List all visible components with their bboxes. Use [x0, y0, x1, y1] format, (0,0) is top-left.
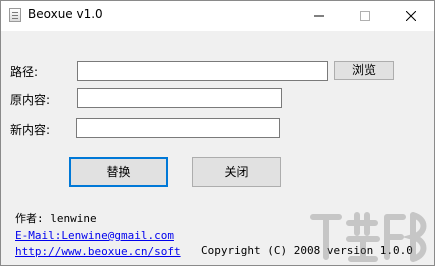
maximize-icon [360, 11, 370, 21]
new-content-label: 新内容: [10, 123, 51, 137]
minimize-icon [314, 15, 324, 17]
close-icon [406, 11, 416, 21]
browse-button[interactable]: 浏览 [334, 61, 394, 80]
app-icon [9, 8, 21, 22]
watermark-logo [310, 212, 427, 262]
email-link[interactable]: E-Mail:Lenwine@gmail.com [15, 229, 174, 242]
author-text: 作者: lenwine [15, 212, 97, 225]
new-content-input[interactable] [76, 118, 280, 138]
website-link[interactable]: http://www.beoxue.cn/soft [15, 245, 181, 258]
original-content-label: 原内容: [10, 93, 51, 107]
path-input[interactable] [77, 61, 328, 81]
close-button[interactable] [388, 1, 434, 31]
close-dialog-button[interactable]: 关闭 [192, 157, 281, 187]
replace-button[interactable]: 替换 [69, 157, 168, 187]
maximize-button[interactable] [342, 1, 388, 31]
path-label: 路径: [10, 65, 39, 79]
app-window: Beoxue v1.0 路径: 浏览 原内容: 新内容: 替换 关闭 作者: l… [0, 0, 435, 266]
original-content-input[interactable] [77, 88, 282, 108]
title-bar[interactable]: Beoxue v1.0 [1, 1, 434, 31]
minimize-button[interactable] [296, 1, 342, 31]
window-title: Beoxue v1.0 [28, 7, 103, 21]
